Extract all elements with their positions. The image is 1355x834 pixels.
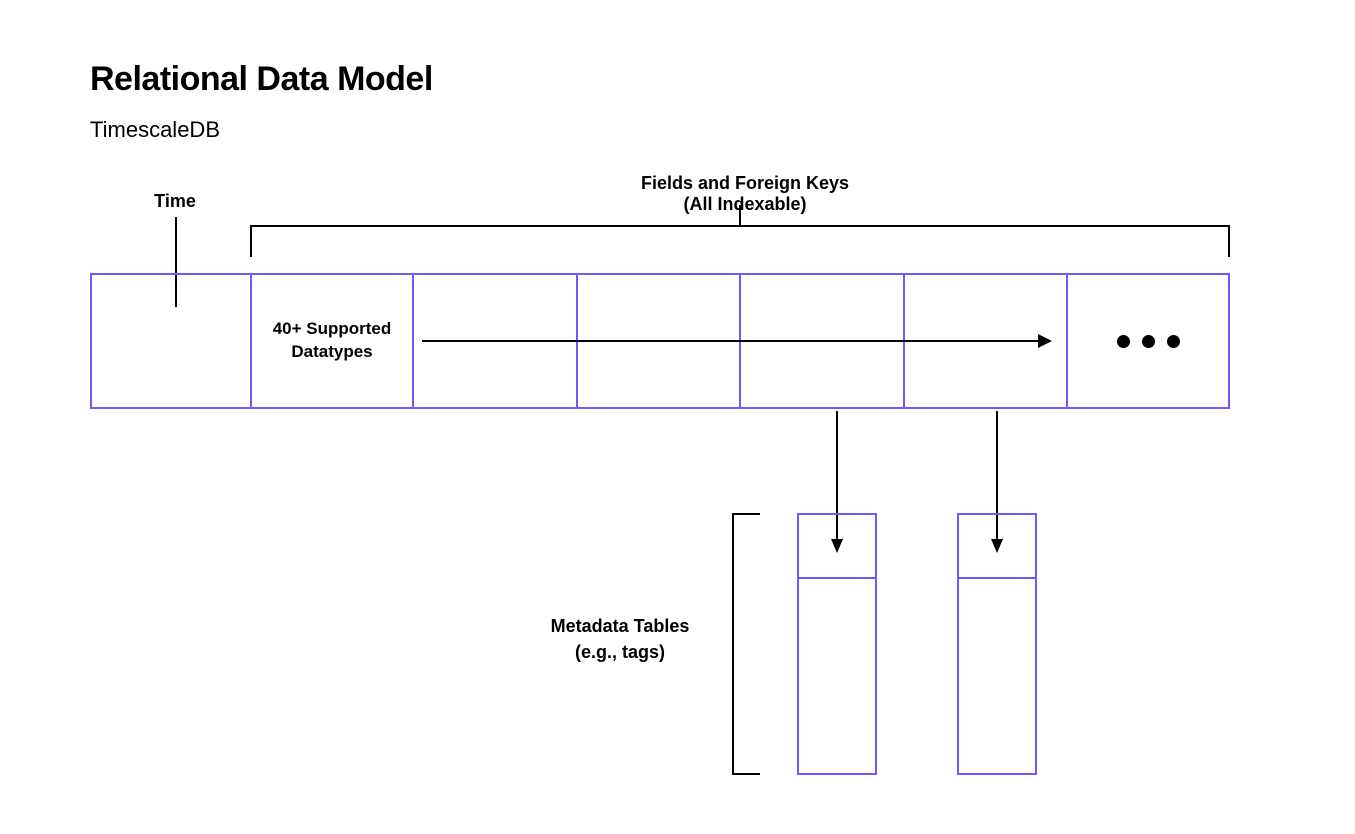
diagram-container: Relational Data Model TimescaleDB Time F… <box>90 60 1250 793</box>
ellipsis-dot-icon <box>1117 335 1130 348</box>
metadata-label-line2: (e.g., tags) <box>575 642 665 662</box>
diagram-title: Relational Data Model <box>90 60 1250 99</box>
ellipsis-dot-icon <box>1167 335 1180 348</box>
metadata-label: Metadata Tables (e.g., tags) <box>520 613 720 665</box>
ellipsis-dot-icon <box>1142 335 1155 348</box>
diagram-subtitle: TimescaleDB <box>90 117 1250 143</box>
metadata-table-1 <box>797 513 877 775</box>
fields-label-line1: Fields and Foreign Keys <box>260 173 1230 194</box>
metadata-table-2 <box>957 513 1037 775</box>
horizontal-arrow-icon <box>422 340 1050 342</box>
cell-time <box>90 273 252 409</box>
fields-bracket <box>250 225 1230 257</box>
fields-label: Fields and Foreign Keys (All Indexable) <box>260 173 1230 215</box>
metadata-bracket <box>732 513 760 775</box>
fields-label-line2: (All Indexable) <box>260 194 1230 215</box>
cell-datatypes: 40+ Supported Datatypes <box>252 273 414 409</box>
metadata-label-line1: Metadata Tables <box>551 616 690 636</box>
cell-ellipsis <box>1068 273 1230 409</box>
diagram-canvas: Time Fields and Foreign Keys (All Indexa… <box>90 173 1250 793</box>
time-label: Time <box>145 191 205 212</box>
